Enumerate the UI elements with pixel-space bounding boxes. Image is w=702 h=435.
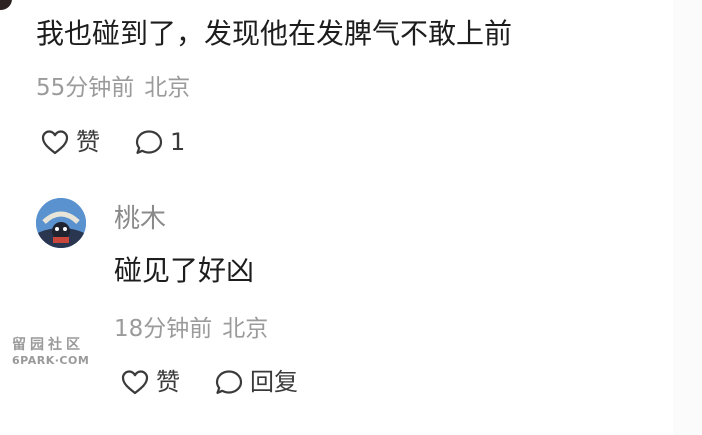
heart-outline-icon	[40, 128, 70, 156]
reply-like-button[interactable]: 赞	[120, 366, 180, 398]
comment-text: 我也碰到了，发现他在发脾气不敢上前	[36, 17, 513, 50]
reply-count: 1	[170, 128, 186, 156]
comment-location: 北京	[144, 75, 191, 101]
avatar[interactable]	[36, 198, 86, 248]
comment-meta: 55分钟前 北京	[36, 72, 190, 104]
reply-username[interactable]: 桃木	[114, 201, 166, 237]
comment-time: 55分钟前	[36, 75, 135, 101]
reply-count-button[interactable]: 1	[134, 126, 185, 158]
reply-time: 18分钟前	[114, 316, 213, 342]
watermark: 留园社区 6PARK·COM	[12, 336, 98, 368]
reply-like-label: 赞	[156, 368, 180, 396]
heart-outline-icon	[120, 368, 150, 396]
comment-thread: 我也碰到了，发现他在发脾气不敢上前 55分钟前 北京 赞 1 桃木 碰见了好凶 …	[0, 0, 702, 435]
reply-location: 北京	[222, 316, 269, 342]
reply-button[interactable]: 回复	[214, 366, 298, 398]
like-label: 赞	[76, 128, 100, 156]
reply-text: 碰见了好凶	[114, 254, 255, 287]
reply-meta: 18分钟前 北京	[114, 313, 268, 345]
speech-bubble-icon	[214, 368, 244, 396]
speech-bubble-icon	[134, 128, 164, 156]
watermark-cn: 留园社区	[12, 337, 84, 353]
watermark-en: 6PARK·COM	[12, 354, 90, 367]
reply-label: 回复	[250, 368, 298, 396]
scroll-edge	[673, 0, 702, 435]
avatar-image	[36, 198, 86, 248]
like-button[interactable]: 赞	[40, 126, 100, 158]
previous-avatar-edge	[0, 0, 12, 10]
